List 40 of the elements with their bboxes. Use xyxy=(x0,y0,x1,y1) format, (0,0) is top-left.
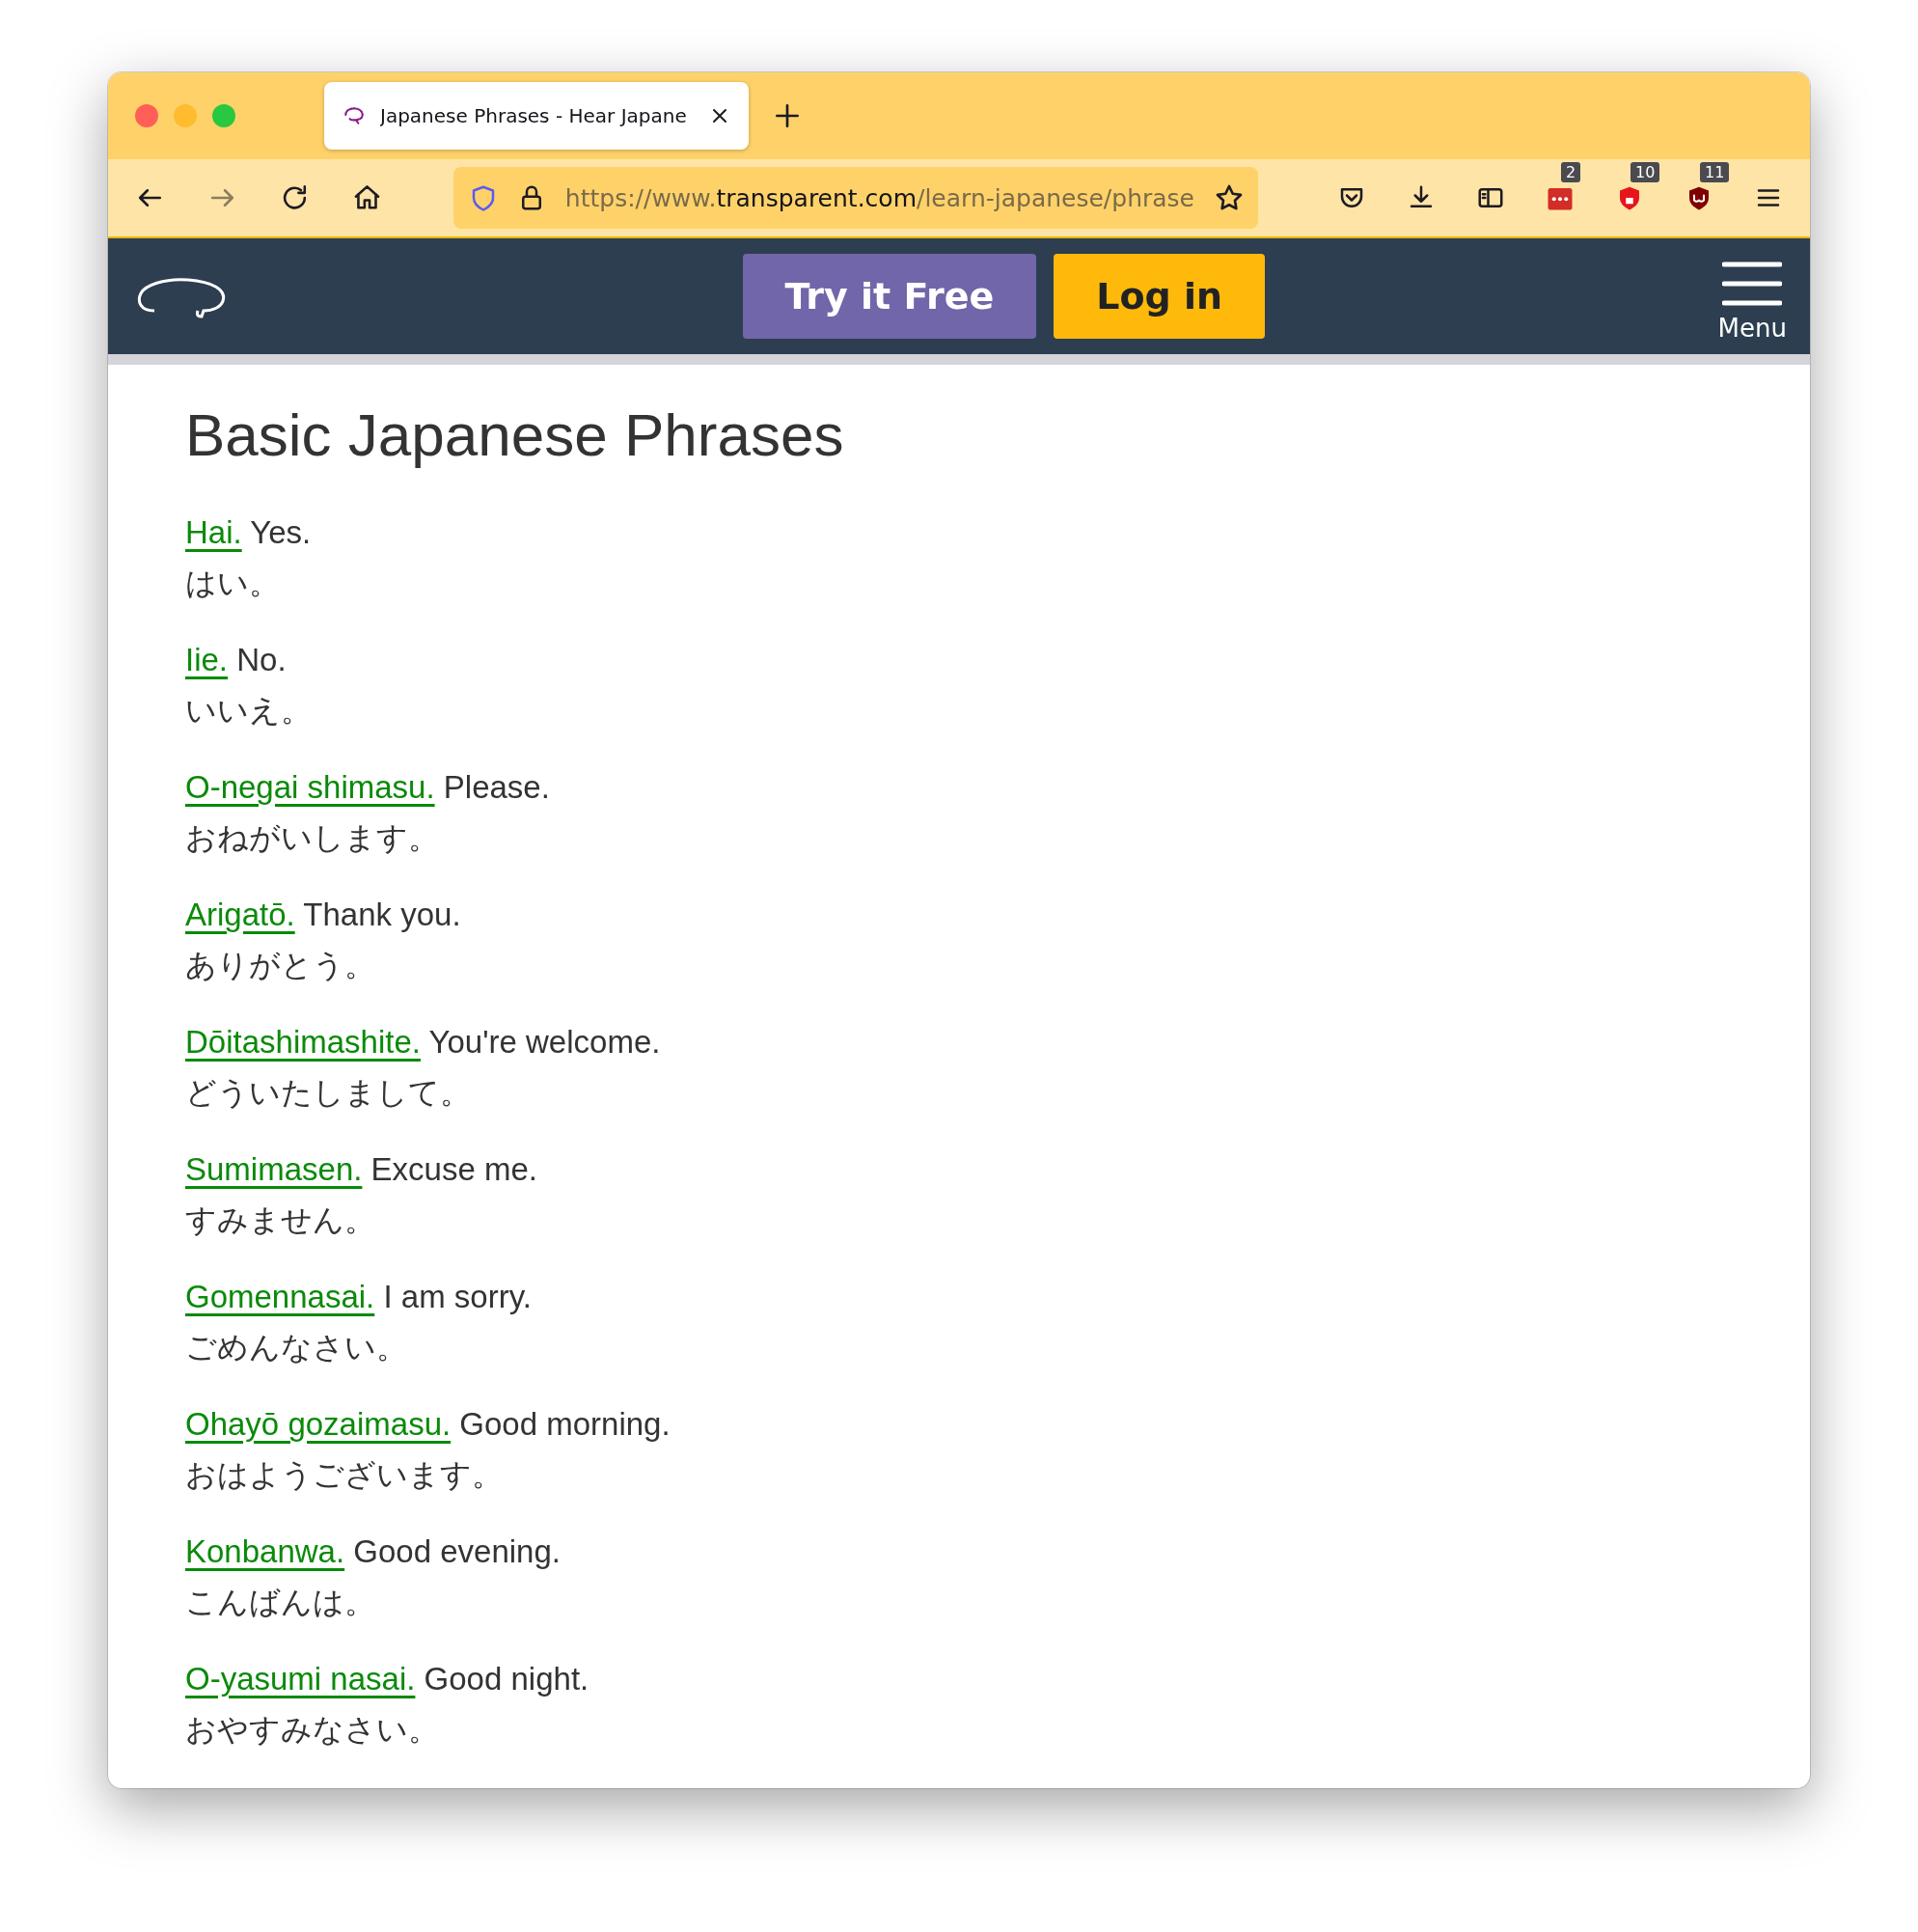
menu-icon[interactable] xyxy=(1722,262,1783,306)
login-button[interactable]: Log in xyxy=(1054,254,1266,339)
english-translation: No. xyxy=(236,642,287,677)
kana-text: こんばんは。 xyxy=(185,1584,375,1620)
romaji-link[interactable]: Dōitashimashite. xyxy=(185,1024,421,1060)
romaji-link[interactable]: Hai. xyxy=(185,514,242,550)
english-translation: Thank you. xyxy=(303,897,461,932)
english-translation: Yes. xyxy=(250,514,312,550)
kana-text: おやすみなさい。 xyxy=(185,1711,439,1748)
romaji-link[interactable]: O-negai shimasu. xyxy=(185,769,435,805)
english-translation: I am sorry. xyxy=(383,1279,532,1314)
kana-text: ありがとう。 xyxy=(185,947,375,983)
english-translation: You're welcome. xyxy=(428,1024,661,1060)
romaji-link[interactable]: O-yasumi nasai. xyxy=(185,1661,416,1697)
english-translation: Good night. xyxy=(424,1661,589,1697)
english-translation: Good morning. xyxy=(459,1406,671,1442)
kana-text: おねがいします。 xyxy=(185,819,439,856)
romaji-link[interactable]: Sumimasen. xyxy=(185,1151,363,1187)
kana-text: おはようございます。 xyxy=(185,1456,503,1493)
try-free-button[interactable]: Try it Free xyxy=(742,254,1037,339)
page-heading: Basic Japanese Phrases xyxy=(185,400,845,470)
extension-badge: 11 xyxy=(1700,162,1730,182)
kana-text: いいえ。 xyxy=(185,692,312,729)
english-translation: Please. xyxy=(443,769,550,805)
kana-text: はい。 xyxy=(185,565,280,601)
kana-text: ごめんなさい。 xyxy=(185,1329,407,1366)
extension-badge: 10 xyxy=(1630,162,1660,182)
address-bar[interactable]: https://www.transparent.com/learn-japanese/phrase xyxy=(452,167,1258,229)
romaji-link[interactable]: Arigatō. xyxy=(185,897,295,932)
kana-text: どういたしまして。 xyxy=(185,1074,471,1111)
english-translation: Good evening. xyxy=(353,1533,561,1569)
english-translation: Excuse me. xyxy=(370,1151,537,1187)
menu-label[interactable]: Menu xyxy=(1717,314,1787,343)
extension-badge: 2 xyxy=(1561,162,1581,182)
romaji-link[interactable]: Ohayō gozaimasu. xyxy=(185,1406,452,1442)
kana-text: すみません。 xyxy=(185,1201,375,1238)
romaji-link[interactable]: Gomennasai. xyxy=(185,1279,375,1314)
romaji-link[interactable]: Iie. xyxy=(185,642,229,677)
url-text: https://www.transparent.com/learn-japanese/phrase xyxy=(564,183,1194,212)
romaji-link[interactable]: Konbanwa. xyxy=(185,1533,345,1569)
